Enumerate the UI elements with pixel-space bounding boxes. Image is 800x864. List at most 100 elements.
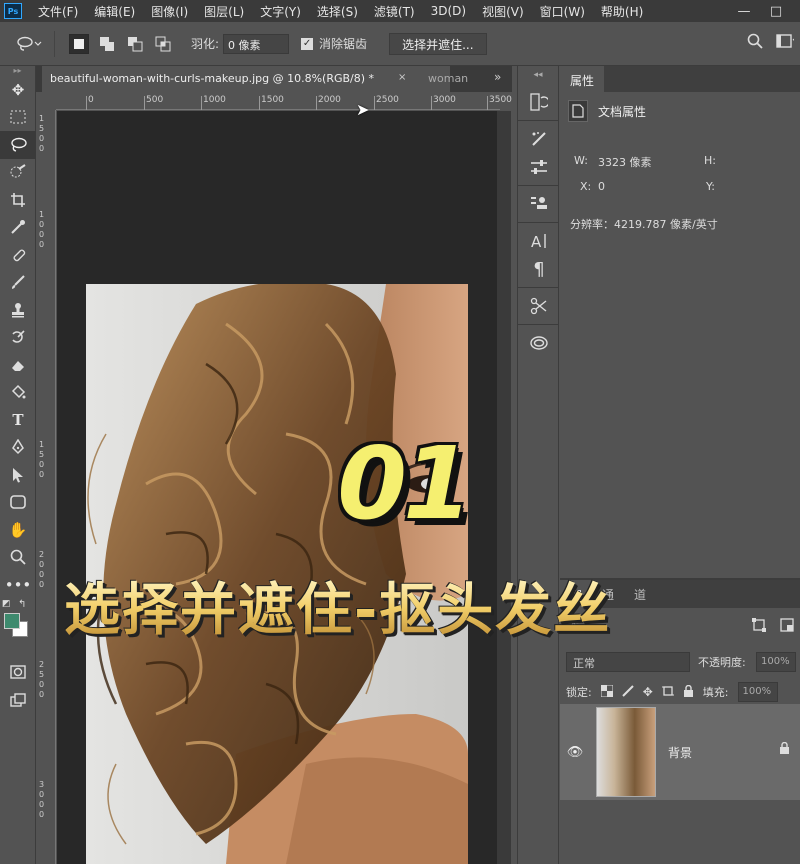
width-value[interactable]: 3323 像素 bbox=[598, 154, 652, 170]
x-value[interactable]: 0 bbox=[598, 180, 605, 193]
new-selection-icon[interactable] bbox=[69, 33, 89, 54]
tools-panel: ▸▸ ✥ T ✋ ••• ◩ ↰ bbox=[0, 66, 36, 864]
ruler-label: 2000 bbox=[318, 95, 341, 105]
options-right-controls bbox=[746, 32, 794, 50]
layer-lock-icon bbox=[779, 741, 790, 757]
workspace-icon[interactable] bbox=[776, 32, 794, 50]
clone-source-icon[interactable] bbox=[518, 190, 560, 218]
eraser-tool-icon[interactable] bbox=[0, 351, 36, 379]
ruler-label: 3 bbox=[39, 780, 45, 789]
dock-collapse-icon[interactable]: ◂◂ bbox=[518, 66, 558, 88]
layer-name[interactable]: 背景 bbox=[668, 744, 692, 761]
adjustments-icon[interactable] bbox=[518, 153, 560, 181]
toolbar-grip-icon[interactable]: ▸▸ bbox=[0, 66, 35, 76]
crop-tool-icon[interactable] bbox=[0, 186, 36, 214]
ruler-label: 0 bbox=[39, 560, 45, 569]
canvas-vertical-scrollbar[interactable] bbox=[497, 111, 511, 864]
menu-type[interactable]: 文字(Y) bbox=[252, 3, 309, 20]
menu-select[interactable]: 选择(S) bbox=[309, 3, 366, 20]
document-properties-label: 文档属性 bbox=[598, 104, 647, 119]
add-selection-icon[interactable] bbox=[97, 34, 117, 54]
blend-mode-select[interactable]: 正常 bbox=[566, 652, 690, 672]
shape-tool-icon[interactable] bbox=[0, 489, 36, 517]
opacity-input[interactable]: 100% bbox=[756, 652, 796, 672]
ruler-label: 0 bbox=[88, 95, 94, 105]
marquee-tool-icon[interactable] bbox=[0, 104, 36, 132]
menu-edit[interactable]: 编辑(E) bbox=[86, 3, 143, 20]
ruler-label: 1500 bbox=[261, 95, 284, 105]
quick-mask-icon[interactable] bbox=[0, 659, 36, 687]
close-tab-icon[interactable]: × bbox=[398, 72, 406, 83]
feather-input[interactable]: 0 像素 bbox=[223, 33, 290, 54]
hand-tool-icon[interactable]: ✋ bbox=[0, 516, 36, 544]
more-tabs-icon[interactable]: » bbox=[494, 70, 501, 84]
tab-active-document[interactable]: beautiful-woman-with-curls-makeup.jpg @ … bbox=[42, 66, 450, 92]
filter-shape-icon[interactable] bbox=[752, 618, 766, 635]
character-panel-icon[interactable]: A bbox=[518, 227, 560, 255]
move-tool-icon[interactable]: ✥ bbox=[0, 76, 36, 104]
lock-artboard-icon[interactable] bbox=[661, 685, 674, 700]
search-icon[interactable] bbox=[746, 32, 764, 50]
maximize-button[interactable]: □ bbox=[762, 0, 790, 22]
libraries-icon[interactable] bbox=[518, 329, 560, 357]
more-tools-icon[interactable]: ••• bbox=[0, 571, 36, 599]
menu-window[interactable]: 窗口(W) bbox=[532, 3, 593, 20]
default-colors-icon[interactable]: ◩ bbox=[2, 599, 11, 609]
healing-brush-tool-icon[interactable] bbox=[0, 241, 36, 269]
paint-bucket-tool-icon[interactable] bbox=[0, 379, 36, 407]
layer-row-background[interactable]: 👁 背景 bbox=[560, 704, 800, 800]
foreground-color-swatch[interactable] bbox=[4, 612, 20, 629]
pen-tool-icon[interactable] bbox=[0, 434, 36, 462]
tab-woman[interactable]: woman bbox=[428, 72, 468, 85]
lock-image-pixels-icon[interactable] bbox=[622, 684, 634, 700]
history-panel-icon[interactable] bbox=[518, 88, 560, 116]
eyedropper-tool-icon[interactable] bbox=[0, 214, 36, 242]
ruler-tick bbox=[259, 96, 260, 110]
menu-help[interactable]: 帮助(H) bbox=[593, 3, 651, 20]
lock-transparent-pixels-icon[interactable] bbox=[600, 684, 614, 700]
subtract-selection-icon[interactable] bbox=[125, 34, 145, 54]
quick-selection-tool-icon[interactable] bbox=[0, 159, 36, 187]
x-label: X: bbox=[580, 180, 592, 193]
menu-layer[interactable]: 图层(L) bbox=[196, 3, 252, 20]
clone-stamp-tool-icon[interactable] bbox=[0, 296, 36, 324]
menu-filter[interactable]: 滤镜(T) bbox=[366, 3, 423, 20]
ruler-tick bbox=[144, 96, 145, 110]
tab-properties[interactable]: 属性 bbox=[560, 66, 605, 92]
options-bar: 羽化: 0 像素 ✓ 消除锯齿 选择并遮住... bbox=[0, 22, 800, 66]
path-selection-tool-icon[interactable] bbox=[0, 461, 36, 489]
brush-settings-icon[interactable] bbox=[518, 125, 560, 153]
menu-image[interactable]: 图像(I) bbox=[143, 3, 196, 20]
history-brush-tool-icon[interactable] bbox=[0, 324, 36, 352]
lasso-tool-preset-icon[interactable] bbox=[14, 35, 44, 53]
document-properties-row: 文档属性 bbox=[568, 100, 792, 122]
intersect-selection-icon[interactable] bbox=[153, 34, 173, 54]
resolution-value: 分辨率：4219.787 像素/英寸 bbox=[570, 218, 718, 231]
document-image[interactable] bbox=[86, 284, 468, 864]
lock-position-icon[interactable]: ✥ bbox=[643, 685, 653, 699]
episode-number-overlay: 01 bbox=[337, 425, 472, 542]
antialias-checkbox[interactable]: ✓ bbox=[301, 37, 314, 50]
ruler-label: 1000 bbox=[203, 95, 226, 105]
menu-view[interactable]: 视图(V) bbox=[474, 3, 532, 20]
menu-3d[interactable]: 3D(D) bbox=[423, 4, 474, 18]
ruler-tick bbox=[316, 96, 317, 110]
paragraph-panel-icon[interactable]: ¶ bbox=[518, 255, 560, 283]
lock-all-icon[interactable] bbox=[683, 684, 694, 700]
swap-colors-icon[interactable]: ↰ bbox=[18, 599, 26, 610]
filter-smart-object-icon[interactable] bbox=[780, 618, 794, 635]
ruler-tick bbox=[374, 96, 375, 110]
ruler-label: 1 bbox=[39, 210, 45, 219]
zoom-tool-icon[interactable] bbox=[0, 544, 36, 572]
menu-file[interactable]: 文件(F) bbox=[30, 3, 86, 20]
lasso-tool-icon[interactable] bbox=[0, 131, 36, 159]
tool-presets-icon[interactable] bbox=[518, 292, 560, 320]
type-tool-icon[interactable]: T bbox=[0, 406, 36, 434]
fill-input[interactable]: 100% bbox=[737, 682, 778, 702]
screen-mode-icon[interactable] bbox=[0, 686, 36, 714]
ruler-label: 2 bbox=[39, 550, 45, 559]
minimize-button[interactable]: — bbox=[730, 0, 758, 22]
brush-tool-icon[interactable] bbox=[0, 269, 36, 297]
select-and-mask-button[interactable]: 选择并遮住... bbox=[389, 32, 487, 55]
layer-visibility-eye-icon[interactable]: 👁 bbox=[560, 745, 590, 760]
